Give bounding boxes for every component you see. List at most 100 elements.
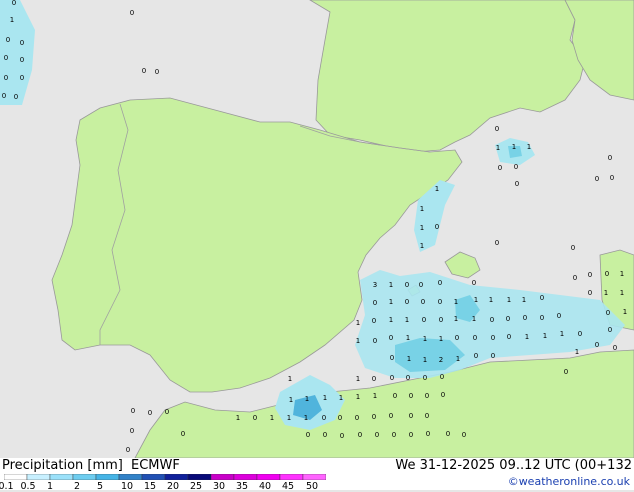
precipitation-map: 1 0 0 0 0 0 0 0 0 0 0 0 0 0 1 1 1 0 0 0 0 0 0 1 1 1 0 1 0 0 0 0 1 0 3 1 0 0 0 0… [0, 0, 634, 458]
map-value-label: 0 [358, 431, 362, 439]
scale-swatch [95, 474, 120, 480]
map-value-label: 1 [420, 224, 424, 232]
map-value-label: 0 [540, 294, 544, 302]
map-value-label: 0 [495, 125, 499, 133]
footer-bar: Precipitation [mm] ECMWF We 31-12-2025 0… [0, 458, 634, 492]
map-value-label: 1 [405, 316, 409, 324]
map-value-label: 1 [389, 316, 393, 324]
map-value-label: 0 [409, 412, 413, 420]
map-value-label: 1 [304, 414, 308, 422]
map-value-label: 1 [356, 319, 360, 327]
map-value-label: 0 [564, 368, 568, 376]
map-value-label: 0 [155, 68, 159, 76]
map-value-label: 0 [130, 9, 134, 17]
scale-tick-label: 1 [46, 481, 54, 492]
scale-swatch [26, 474, 51, 480]
map-value-label: 0 [595, 175, 599, 183]
credit-link[interactable]: ©weatheronline.co.uk [508, 475, 630, 488]
map-value-label: 1 [620, 270, 624, 278]
map-value-label: 0 [455, 334, 459, 342]
scale-tick-label: 10 [120, 481, 134, 492]
map-value-label: 0 [514, 163, 518, 171]
map-value-label: 1 [489, 296, 493, 304]
scale-swatch [187, 474, 212, 480]
map-value-label: 0 [405, 281, 409, 289]
map-value-label: 1 [423, 356, 427, 364]
precipitation-label: Precipitation [mm] [2, 458, 123, 473]
map-value-label: 1 [575, 348, 579, 356]
map-value-label: 0 [20, 74, 24, 82]
map-value-label: 0 [392, 431, 396, 439]
map-value-label: 0 [373, 299, 377, 307]
map-value-label: 0 [355, 414, 359, 422]
map-value-label: 0 [438, 279, 442, 287]
map-value-label: 0 [605, 270, 609, 278]
map-value-label: 1 [236, 414, 240, 422]
map-value-label: 0 [306, 431, 310, 439]
map-value-label: 0 [389, 334, 393, 342]
map-value-label: 0 [322, 414, 326, 422]
map-value-label: 0 [372, 375, 376, 383]
map-value-label: 0 [573, 274, 577, 282]
map-value-label: 1 [496, 144, 500, 152]
scale-tick-label: 40 [258, 481, 272, 492]
map-value-label: 0 [253, 414, 257, 422]
scale-swatch [118, 474, 143, 480]
map-value-label: 0 [439, 316, 443, 324]
map-value-label: 0 [20, 56, 24, 64]
map-value-label: 1 [356, 337, 360, 345]
map-value-label: 0 [515, 180, 519, 188]
scale-tick-label: 2 [73, 481, 81, 492]
map-value-label: 1 [389, 298, 393, 306]
map-value-label: 0 [491, 352, 495, 360]
map-value-label: 0 [490, 316, 494, 324]
scale-swatch [49, 474, 74, 480]
scale-tick-label: 35 [235, 481, 249, 492]
map-value-label: 1 [525, 333, 529, 341]
map-value-label: 1 [270, 414, 274, 422]
map-value-label: 0 [12, 0, 16, 7]
scale-swatch [233, 474, 258, 480]
scale-tick-label: 0.5 [20, 481, 36, 492]
map-value-label: 0 [540, 314, 544, 322]
map-value-label: 0 [588, 271, 592, 279]
map-value-label: 0 [425, 392, 429, 400]
map-value-label: 0 [440, 373, 444, 381]
map-value-label: 0 [435, 223, 439, 231]
map-value-label: 0 [606, 309, 610, 317]
map-value-label: 1 [339, 394, 343, 402]
scale-swatch [302, 474, 326, 480]
scale-swatch [4, 474, 28, 480]
map-value-label: 1 [604, 289, 608, 297]
map-value-label: 0 [462, 431, 466, 439]
map-value-label: 0 [406, 374, 410, 382]
map-value-label: 0 [6, 36, 10, 44]
map-value-label: 0 [405, 298, 409, 306]
map-value-label: 0 [131, 407, 135, 415]
map-value-label: 1 [420, 242, 424, 250]
map-value-label: 0 [390, 374, 394, 382]
map-value-label: 1 [512, 143, 516, 151]
scale-swatch [141, 474, 166, 480]
color-scale-bar [4, 474, 326, 480]
map-value-label: 0 [14, 93, 18, 101]
map-value-label: 1 [323, 394, 327, 402]
map-value-label: 1 [10, 16, 14, 24]
map-value-label: 1 [373, 392, 377, 400]
map-value-label: 0 [323, 431, 327, 439]
map-value-label: 0 [498, 164, 502, 172]
map-value-label: 0 [438, 298, 442, 306]
map-value-label: 0 [474, 352, 478, 360]
map-value-label: 0 [523, 314, 527, 322]
map-value-label: 1 [420, 205, 424, 213]
map-value-label: 0 [142, 67, 146, 75]
map-value-label: 0 [608, 326, 612, 334]
map-value-label: 0 [409, 392, 413, 400]
map-value-label: 1 [407, 355, 411, 363]
map-value-label: 1 [456, 355, 460, 363]
map-value-label: 0 [4, 74, 8, 82]
map-value-label: 1 [623, 308, 627, 316]
map-value-label: 0 [389, 412, 393, 420]
map-value-label: 0 [595, 341, 599, 349]
map-value-label: 0 [472, 279, 476, 287]
